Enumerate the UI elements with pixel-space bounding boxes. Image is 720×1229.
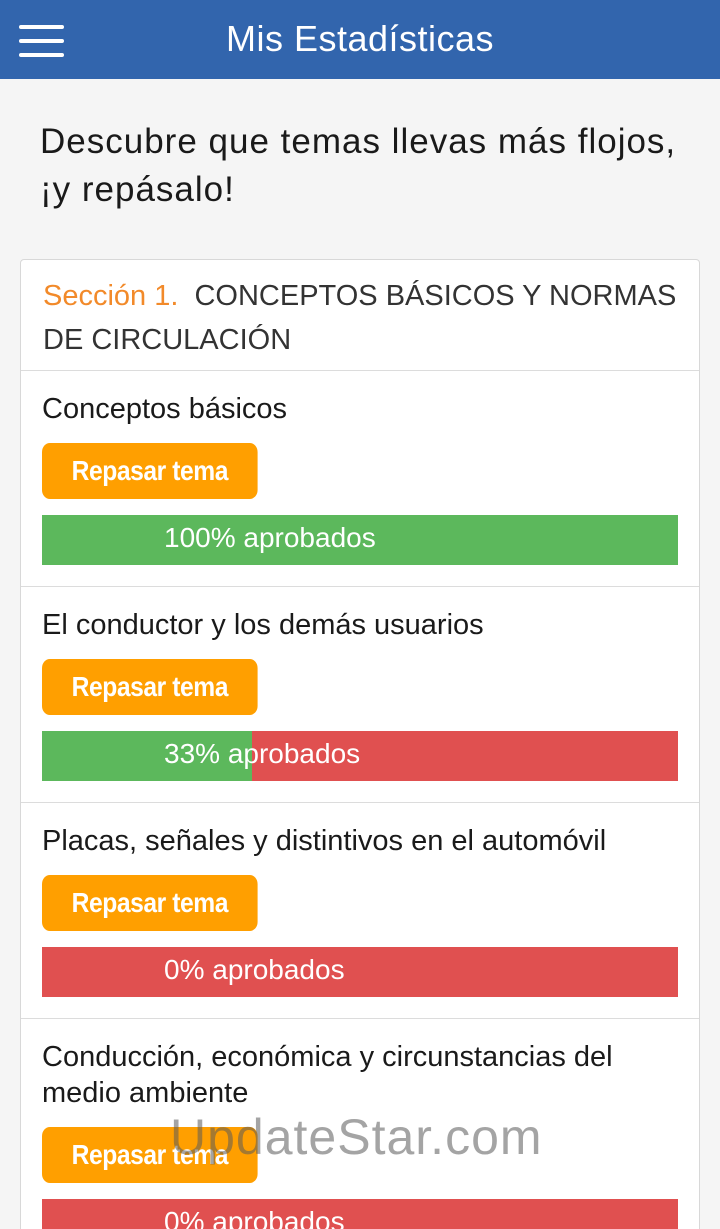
progress-bar: 0% aprobados xyxy=(42,947,678,997)
progress-bar: 100% aprobados xyxy=(42,515,678,565)
topic-title: El conductor y los demás usuarios xyxy=(42,609,484,641)
progress-label: 0% aprobados xyxy=(164,1206,345,1229)
review-topic-button[interactable]: Repasar tema xyxy=(42,875,258,931)
progress-label: 0% aprobados xyxy=(164,954,345,985)
review-topic-button[interactable]: Repasar tema xyxy=(42,659,258,715)
progress-label: 100% aprobados xyxy=(164,522,376,553)
topic-title: Conceptos básicos xyxy=(42,393,288,425)
intro-text: Descubre que temas llevas más flojos, ¡y… xyxy=(40,122,677,209)
review-topic-button[interactable]: Repasar tema xyxy=(42,1127,258,1183)
progress-bar: 33% aprobados xyxy=(42,731,678,781)
review-topic-button[interactable]: Repasar tema xyxy=(42,443,258,499)
topic-title: Placas, señales y distintivos en el auto… xyxy=(42,825,607,857)
section-card: Sección 1. CONCEPTOS BÁSICOS Y NORMAS DE… xyxy=(20,259,700,1229)
topic-item: Conceptos básicos Repasar tema 100% apro… xyxy=(21,371,699,587)
menu-line xyxy=(19,25,64,29)
topic-item: Conducción, económica y circunstancias d… xyxy=(21,1019,699,1229)
topic-title: Conducción, económica y circunstancias d… xyxy=(42,1041,613,1109)
section-header: Sección 1. CONCEPTOS BÁSICOS Y NORMAS DE… xyxy=(21,260,699,371)
menu-line xyxy=(19,39,64,43)
topic-item: El conductor y los demás usuarios Repasa… xyxy=(21,587,699,803)
topic-item: Placas, señales y distintivos en el auto… xyxy=(21,803,699,1019)
page-title: Mis Estadísticas xyxy=(225,18,495,59)
progress-bar: 0% aprobados xyxy=(42,1199,678,1229)
progress-label: 33% aprobados xyxy=(164,738,361,769)
app-bar: Mis Estadísticas xyxy=(0,0,720,79)
menu-line xyxy=(19,53,64,57)
section-number: Sección 1. xyxy=(43,280,179,312)
hamburger-menu-icon[interactable] xyxy=(19,24,65,58)
